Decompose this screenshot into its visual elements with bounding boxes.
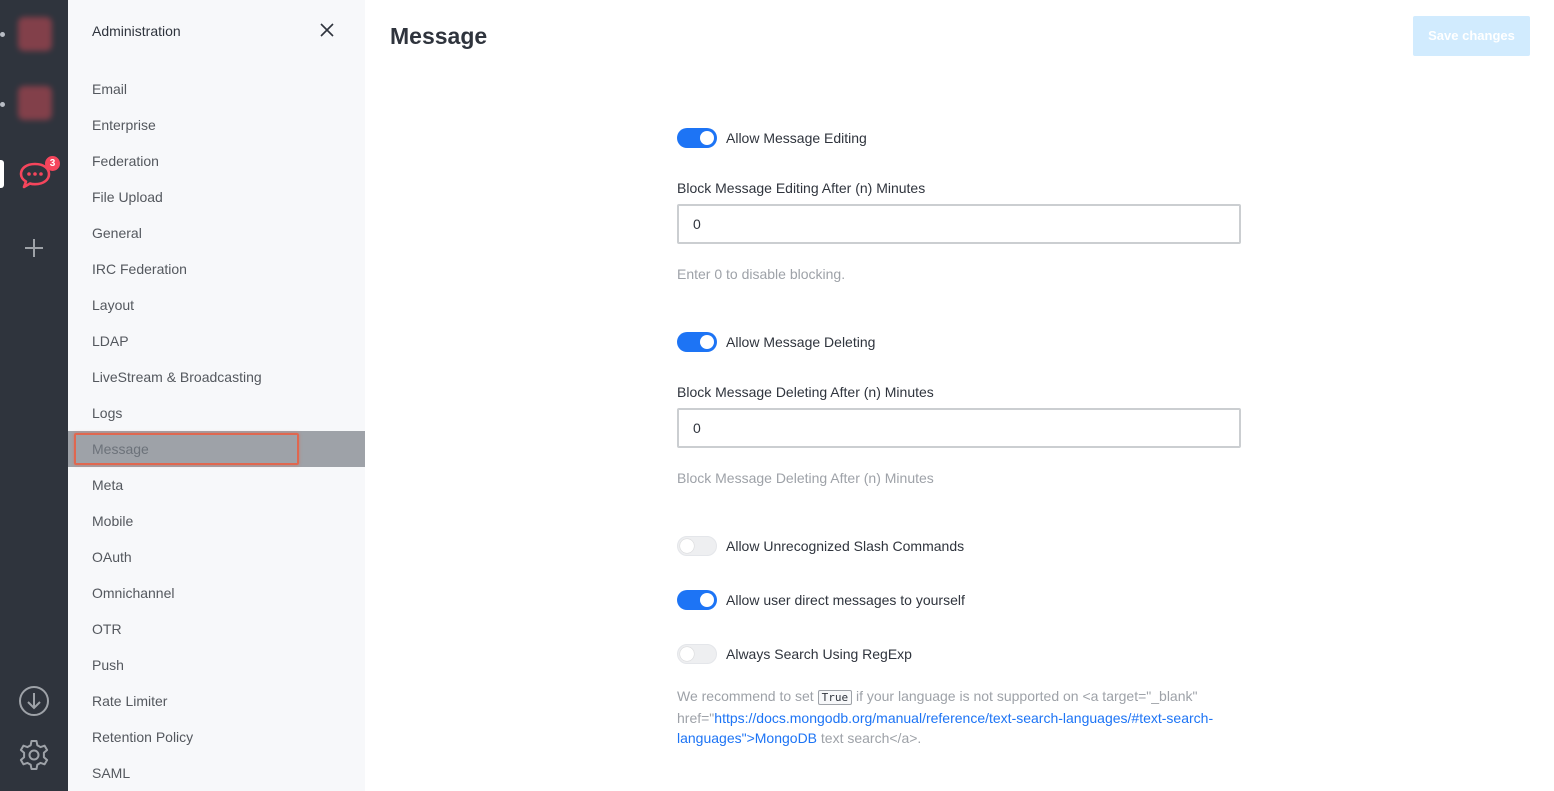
sidebar-item-ldap[interactable]: LDAP <box>68 323 365 359</box>
desc-text: text search</a>. <box>820 730 922 746</box>
save-changes-button[interactable]: Save changes <box>1413 16 1530 56</box>
settings-panel: Message Save changes Allow Message Editi… <box>365 0 1554 791</box>
allow-deleting-toggle[interactable] <box>677 332 717 352</box>
setting-allow-editing: Allow Message Editing <box>677 127 867 149</box>
add-server-icon[interactable] <box>22 236 46 260</box>
close-icon[interactable] <box>318 21 336 39</box>
allow-self-dm-toggle[interactable] <box>677 590 717 610</box>
setting-regexp: Always Search Using RegExp <box>677 643 912 665</box>
block-deleting-hint: Block Message Deleting After (n) Minutes <box>677 470 934 486</box>
mongodb-docs-link[interactable]: https://docs.mongodb.org/manual/referenc… <box>677 710 1213 746</box>
allow-editing-toggle[interactable] <box>677 128 717 148</box>
admin-sidebar: Administration Email Enterprise Federation… <box>68 0 365 791</box>
sidebar-item-oauth[interactable]: OAuth <box>68 539 365 575</box>
unread-badge: 3 <box>45 156 60 171</box>
sidebar-title: Administration <box>92 23 181 39</box>
block-deleting-label: Block Message Deleting After (n) Minutes <box>677 384 934 400</box>
allow-self-dm-label: Allow user direct messages to yourself <box>726 592 965 608</box>
sidebar-item-mobile[interactable]: Mobile <box>68 503 365 539</box>
sidebar-item-enterprise[interactable]: Enterprise <box>68 107 365 143</box>
settings-gear-icon[interactable] <box>17 738 51 772</box>
allow-editing-label: Allow Message Editing <box>726 130 867 146</box>
allow-slash-toggle[interactable] <box>677 536 717 556</box>
sidebar-item-federation[interactable]: Federation <box>68 143 365 179</box>
sidebar-item-irc-federation[interactable]: IRC Federation <box>68 251 365 287</box>
setting-allow-self-dm: Allow user direct messages to yourself <box>677 589 965 611</box>
block-deleting-input[interactable] <box>677 408 1241 448</box>
server-indicator <box>0 32 5 37</box>
page-title: Message <box>390 23 488 49</box>
download-icon[interactable] <box>17 684 51 718</box>
allow-deleting-label: Allow Message Deleting <box>726 334 876 350</box>
sidebar-item-push[interactable]: Push <box>68 647 365 683</box>
sidebar-item-rate-limiter[interactable]: Rate Limiter <box>68 683 365 719</box>
sidebar-item-retention-policy[interactable]: Retention Policy <box>68 719 365 755</box>
server-icon[interactable] <box>18 17 52 51</box>
block-editing-hint: Enter 0 to disable blocking. <box>677 266 846 282</box>
block-editing-input[interactable] <box>677 204 1241 244</box>
server-indicator <box>0 102 5 107</box>
regexp-toggle[interactable] <box>677 644 717 664</box>
sidebar-item-otr[interactable]: OTR <box>68 611 365 647</box>
sidebar-nav: Email Enterprise Federation File Upload Gene… <box>68 71 365 791</box>
sidebar-item-omnichannel[interactable]: Omnichannel <box>68 575 365 611</box>
sidebar-item-message[interactable]: Message <box>68 431 365 467</box>
sidebar-item-general[interactable]: General <box>68 215 365 251</box>
active-server-indicator <box>0 160 4 188</box>
setting-allow-slash: Allow Unrecognized Slash Commands <box>677 535 964 557</box>
allow-slash-label: Allow Unrecognized Slash Commands <box>726 538 965 554</box>
sidebar-item-meta[interactable]: Meta <box>68 467 365 503</box>
regexp-description: We recommend to set True if your languag… <box>677 686 1241 748</box>
block-editing-label: Block Message Editing After (n) Minutes <box>677 180 926 196</box>
sidebar-item-layout[interactable]: Layout <box>68 287 365 323</box>
sidebar-item-saml[interactable]: SAML <box>68 755 365 791</box>
regexp-label: Always Search Using RegExp <box>726 646 912 662</box>
server-icon[interactable] <box>18 86 52 120</box>
sidebar-item-logs[interactable]: Logs <box>68 395 365 431</box>
sidebar-item-email[interactable]: Email <box>68 71 365 107</box>
sidebar-item-file-upload[interactable]: File Upload <box>68 179 365 215</box>
desc-text: We recommend to set <box>677 688 814 704</box>
sidebar-item-livestream-broadcasting[interactable]: LiveStream & Broadcasting <box>68 359 365 395</box>
setting-allow-deleting: Allow Message Deleting <box>677 331 875 353</box>
server-rail: 3 <box>0 0 68 791</box>
desc-code: True <box>817 690 853 705</box>
